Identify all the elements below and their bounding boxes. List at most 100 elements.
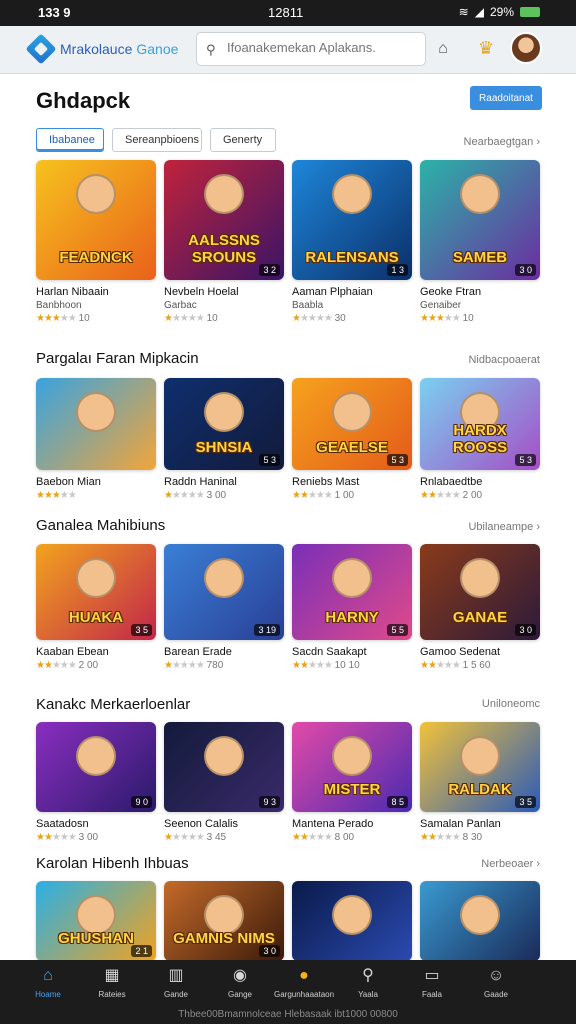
game-card[interactable]: GEAELSE 5 3 Reniebs Mast ★★★★★ 1 00	[292, 378, 412, 501]
game-card[interactable]: HARDX ROOSS 5 3 Rnlabaedtbe ★★★★★ 2 00	[420, 378, 540, 501]
game-card[interactable]: GAMNIS NIMS 3 0	[164, 881, 284, 961]
game-thumbnail[interactable]: GEAELSE 5 3	[292, 378, 412, 470]
star-icon: ★	[164, 660, 173, 671]
star-empty-icon: ★★★	[51, 660, 77, 671]
section-link[interactable]: Nidbacpoaerat	[468, 354, 540, 366]
game-card[interactable]: RALENSANS 1 3 Aaman Plphaian Baabla ★★★★★ 30	[292, 160, 412, 324]
avatar[interactable]	[510, 32, 542, 64]
nav-item[interactable]: ◉ Gange	[210, 966, 270, 999]
app-logo-icon[interactable]	[25, 33, 57, 65]
game-thumbnail[interactable]: 3 19	[164, 544, 284, 640]
tab-3[interactable]: Generty	[210, 128, 276, 152]
game-thumbnail[interactable]: FEADNCK	[36, 160, 156, 280]
trophy-icon[interactable]: ♛	[474, 38, 498, 62]
nav-item[interactable]: ⌂ Hoame	[18, 966, 78, 999]
character-art	[332, 895, 372, 935]
tab-1[interactable]: Ibabanee	[36, 128, 104, 152]
status-time: 133 9	[38, 5, 71, 20]
rating-count: 8 00	[331, 832, 355, 843]
game-thumbnail[interactable]: SAMEB 3 0	[420, 160, 540, 280]
star-icon: ★★	[292, 490, 309, 501]
nav-item[interactable]: ⚲ Yaala	[338, 966, 398, 999]
game-title: Rnlabaedtbe	[420, 476, 483, 488]
game-card[interactable]: Baebon Mian ★★★★★	[36, 378, 156, 501]
thumbnail-badge: 8 5	[387, 796, 408, 808]
search-box[interactable]: ⚲	[196, 32, 426, 66]
game-title: Raddn Haninal	[164, 476, 237, 488]
see-all-label: Nearbaegtgan	[463, 136, 534, 148]
game-thumbnail[interactable]: RALDAK 3 5	[420, 722, 540, 812]
tab-2[interactable]: Sereanpbioens	[112, 128, 202, 152]
home-icon[interactable]: ⌂	[428, 34, 458, 64]
game-title: Geoke Ftran	[420, 286, 482, 298]
game-thumbnail[interactable]: 9 3	[164, 722, 284, 812]
game-thumbnail[interactable]: GHUSHAN 2 1	[36, 881, 156, 961]
nav-label: Gaade	[483, 990, 509, 999]
game-logo-text: FEADNCK	[59, 249, 133, 266]
section-title: Pargalaı Faran Mipkacin	[36, 350, 199, 367]
search-icon: ⚲	[206, 42, 216, 57]
character-art	[460, 558, 500, 598]
game-card[interactable]: FEADNCK Harlan Nibaain Banbhoon ★★★★★ 10	[36, 160, 156, 324]
nav-item[interactable]: ● Gargunhaaataon	[274, 966, 334, 999]
thumbnail-badge: 9 0	[131, 796, 152, 808]
character-art	[204, 392, 244, 432]
game-card[interactable]: SHNSIA 5 3 Raddn Haninal ★★★★★ 3 00	[164, 378, 284, 501]
game-thumbnail[interactable]: HARNY 5 5	[292, 544, 412, 640]
game-thumbnail[interactable]	[420, 881, 540, 961]
app-name[interactable]: Mrakolauce Ganoe	[60, 41, 178, 57]
thumbnail-badge: 3 19	[254, 624, 280, 636]
game-card[interactable]	[292, 881, 412, 961]
game-card[interactable]	[420, 881, 540, 961]
status-icons: ≋ ◢ 29%	[459, 5, 540, 19]
game-card[interactable]: GHUSHAN 2 1	[36, 881, 156, 961]
star-empty-icon: ★★★	[307, 832, 333, 843]
game-thumbnail[interactable]: GAMNIS NIMS 3 0	[164, 881, 284, 961]
nav-item[interactable]: ▭ Faala	[402, 966, 462, 999]
search-input[interactable]	[227, 40, 417, 55]
game-card[interactable]: SAMEB 3 0 Geoke Ftran Genaiber ★★★★★ 10	[420, 160, 540, 324]
game-card[interactable]: 9 3 Seenon Calalis ★★★★★ 3 45	[164, 722, 284, 843]
star-icon: ★★	[292, 660, 309, 671]
star-empty-icon: ★★	[59, 313, 77, 324]
nav-item[interactable]: ☺ Gaade	[466, 966, 526, 999]
game-thumbnail[interactable]: MISTER 8 5	[292, 722, 412, 812]
game-thumbnail[interactable]	[292, 881, 412, 961]
game-card[interactable]: 3 19 Barean Erade ★★★★★ 780	[164, 544, 284, 671]
nav-label: Gange	[227, 990, 253, 999]
game-card[interactable]: MISTER 8 5 Mantena Perado ★★★★★ 8 00	[292, 722, 412, 843]
game-thumbnail[interactable]: AALSSNS SROUNS 3 2	[164, 160, 284, 280]
game-card[interactable]: GANAE 3 0 Gamoo Sedenat ★★★★★ 1 5 60	[420, 544, 540, 671]
game-genre: Garbac	[164, 300, 197, 311]
coin-icon: ●	[299, 967, 309, 984]
game-thumbnail[interactable]: GANAE 3 0	[420, 544, 540, 640]
nav-item[interactable]: ▥ Gande	[146, 966, 206, 999]
game-thumbnail[interactable]: RALENSANS 1 3	[292, 160, 412, 280]
rating-count: 2 00	[75, 660, 99, 671]
character-art	[76, 558, 116, 598]
nav-item[interactable]: ▦ Rateies	[82, 966, 142, 999]
primary-action-button[interactable]: Raadoitanat	[470, 86, 542, 110]
game-card[interactable]: HUAKA 3 5 Kaaban Ebean ★★★★★ 2 00	[36, 544, 156, 671]
game-thumbnail[interactable]	[36, 378, 156, 470]
rating-count: 3 45	[203, 832, 227, 843]
game-card[interactable]: 9 0 Saatadosn ★★★★★ 3 00	[36, 722, 156, 843]
star-empty-icon: ★★★	[435, 832, 461, 843]
game-thumbnail[interactable]: HUAKA 3 5	[36, 544, 156, 640]
see-all-link[interactable]: Nearbaegtgan ›	[464, 136, 540, 148]
character-art	[460, 895, 500, 935]
game-thumbnail[interactable]: SHNSIA 5 3	[164, 378, 284, 470]
game-card[interactable]: HARNY 5 5 Sacdn Saakapt ★★★★★ 10 10	[292, 544, 412, 671]
rating-count: 1 00	[331, 490, 355, 501]
battery-icon	[520, 7, 540, 17]
game-thumbnail[interactable]: HARDX ROOSS 5 3	[420, 378, 540, 470]
character-art	[332, 736, 372, 776]
game-thumbnail[interactable]: 9 0	[36, 722, 156, 812]
rating: ★★★★★ 8 30	[420, 832, 540, 843]
nav-label: Gande	[163, 990, 189, 999]
rating-count: 3 00	[203, 490, 227, 501]
rating-count: 10	[203, 313, 218, 324]
game-card[interactable]: RALDAK 3 5 Samalan Panlan ★★★★★ 8 30	[420, 722, 540, 843]
game-logo-text: AALSSNS SROUNS	[188, 232, 260, 266]
game-card[interactable]: AALSSNS SROUNS 3 2 Nevbeln Hoelal Garbac ★★★…	[164, 160, 284, 324]
